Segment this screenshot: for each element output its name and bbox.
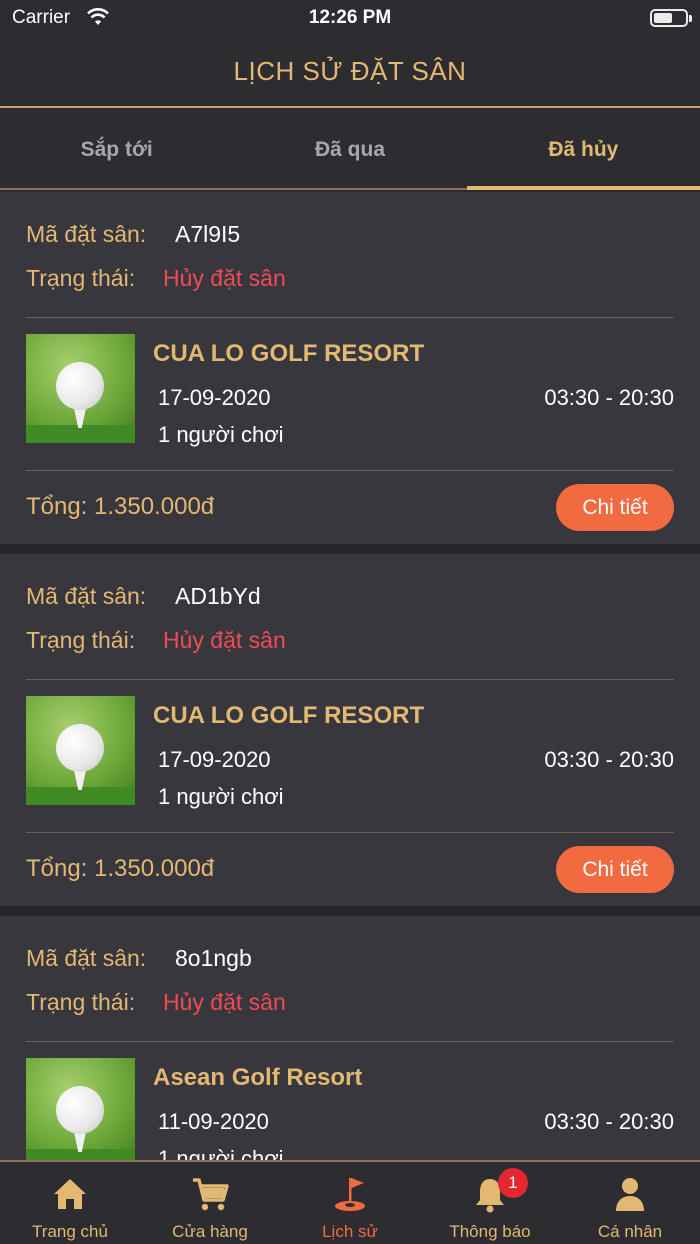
booking-card: Mã đặt sân: A7l9I5 Trạng thái: Hủy đặt s… xyxy=(0,192,700,544)
tabbar-label: Trang chủ xyxy=(32,1222,108,1241)
page-title: LỊCH SỬ ĐẶT SÂN xyxy=(233,56,467,86)
booking-date: 17-09-2020 xyxy=(158,747,271,772)
divider xyxy=(26,832,674,833)
booking-code: 8o1ngb xyxy=(175,945,252,971)
tabbar-history[interactable]: Lịch sử xyxy=(280,1162,420,1244)
tabbar-label: Thông báo xyxy=(449,1222,531,1241)
status-label: Trạng thái: xyxy=(26,265,136,291)
golf-ball-thumbnail xyxy=(26,1058,135,1160)
venue-name: CUA LO GOLF RESORT xyxy=(153,340,425,367)
tab-upcoming[interactable]: Sắp tới xyxy=(0,110,233,188)
booking-card: Mã đặt sân: 8o1ngb Trạng thái: Hủy đặt s… xyxy=(0,916,700,1160)
booking-total: Tổng: 1.350.000đ xyxy=(26,493,215,520)
segment-tabs: Sắp tới Đã qua Đã hủy xyxy=(0,110,700,190)
tabbar-label: Cá nhân xyxy=(597,1222,663,1241)
divider xyxy=(26,317,674,318)
booking-total: Tổng: 1.350.000đ xyxy=(26,855,215,882)
booking-list[interactable]: Mã đặt sân: A7l9I5 Trạng thái: Hủy đặt s… xyxy=(0,192,700,1160)
status-label: Trạng thái: xyxy=(26,989,136,1015)
player-count: 1 người chơi xyxy=(158,784,284,809)
venue-name: CUA LO GOLF RESORT xyxy=(153,702,425,729)
booking-date: 11-09-2020 xyxy=(158,1109,269,1134)
person-icon xyxy=(616,1178,644,1211)
golf-flag-icon xyxy=(335,1178,365,1211)
notification-badge: 1 xyxy=(498,1168,528,1198)
status-bar: Carrier 12:26 PM xyxy=(0,0,700,36)
tab-cancelled[interactable]: Đã hủy xyxy=(466,110,700,190)
divider xyxy=(26,470,674,471)
cart-icon xyxy=(193,1178,229,1211)
tabbar-label: Lịch sử xyxy=(322,1222,378,1241)
golf-ball-thumbnail xyxy=(26,334,135,443)
bottom-tab-bar: Trang chủ Cửa hàng Lịch sử 1 Thông báo C… xyxy=(0,1160,700,1244)
clock: 12:26 PM xyxy=(308,7,392,28)
player-count: 1 người chơi xyxy=(158,1146,284,1160)
booking-code-label: Mã đặt sân: xyxy=(26,945,147,971)
divider xyxy=(26,679,674,680)
status-value: Hủy đặt sân xyxy=(163,989,286,1015)
booking-time: 03:30 - 20:30 xyxy=(544,385,674,410)
status-value: Hủy đặt sân xyxy=(163,265,286,291)
tabbar-notifications[interactable]: 1 Thông báo xyxy=(420,1162,560,1244)
booking-card: Mã đặt sân: AD1bYd Trạng thái: Hủy đặt s… xyxy=(0,554,700,906)
booking-date: 17-09-2020 xyxy=(158,385,271,410)
tabbar-profile[interactable]: Cá nhân xyxy=(560,1162,700,1244)
booking-time: 03:30 - 20:30 xyxy=(544,747,674,772)
tab-past[interactable]: Đã qua xyxy=(233,110,466,188)
tabbar-home[interactable]: Trang chủ xyxy=(0,1162,140,1244)
booking-code-label: Mã đặt sân: xyxy=(26,221,147,247)
divider xyxy=(26,1041,674,1042)
booking-code: AD1bYd xyxy=(175,583,261,609)
status-label: Trạng thái: xyxy=(26,627,136,653)
tabbar-store[interactable]: Cửa hàng xyxy=(140,1162,280,1244)
status-value: Hủy đặt sân xyxy=(163,627,286,653)
booking-code: A7l9I5 xyxy=(175,221,241,247)
booking-time: 03:30 - 20:30 xyxy=(544,1109,674,1134)
detail-button[interactable]: Chi tiết xyxy=(556,484,674,531)
battery-icon xyxy=(650,9,692,27)
detail-button[interactable]: Chi tiết xyxy=(556,846,674,893)
player-count: 1 người chơi xyxy=(158,422,284,447)
golf-ball-thumbnail xyxy=(26,696,135,805)
booking-code-label: Mã đặt sân: xyxy=(26,583,147,609)
tabbar-label: Cửa hàng xyxy=(172,1222,248,1241)
home-icon xyxy=(54,1179,86,1209)
venue-name: Asean Golf Resort xyxy=(153,1064,363,1091)
nav-bar: LỊCH SỬ ĐẶT SÂN xyxy=(0,36,700,108)
